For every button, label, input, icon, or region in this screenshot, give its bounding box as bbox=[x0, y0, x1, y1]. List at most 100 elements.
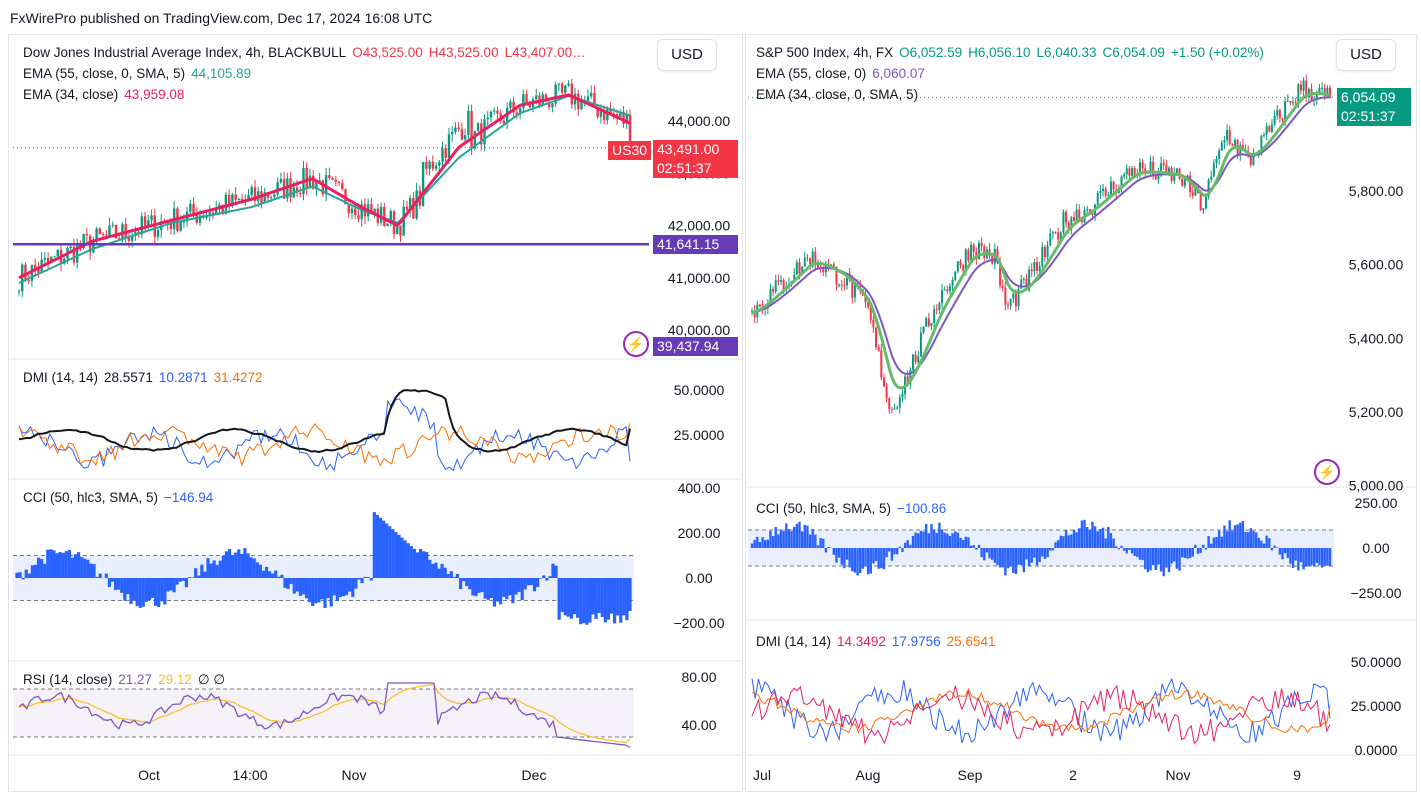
lightning-icon[interactable]: ⚡ bbox=[623, 331, 649, 357]
sp500-cci-bar bbox=[1159, 548, 1163, 572]
dow-candle bbox=[557, 83, 561, 85]
sp500-candle bbox=[1038, 266, 1041, 271]
lightning-icon[interactable]: ⚡ bbox=[1314, 459, 1340, 485]
sp500-candle bbox=[1226, 130, 1229, 141]
dow-main-legend: Dow Jones Industrial Average Index, 4h, … bbox=[23, 45, 592, 60]
dow-cci-bar bbox=[40, 558, 44, 578]
sp500-cci-bar bbox=[1188, 548, 1192, 559]
dow-candle bbox=[189, 203, 192, 212]
sp500-ema34-legend: EMA (34, close, 0, SMA, 5) bbox=[756, 87, 924, 102]
sp500-candle bbox=[1175, 168, 1178, 173]
sp500-candle bbox=[896, 407, 899, 409]
sp500-cci-bar bbox=[930, 524, 933, 548]
sp500-candle bbox=[1012, 293, 1015, 299]
sp500-candle bbox=[1046, 245, 1049, 258]
sp500-candle bbox=[1062, 211, 1065, 233]
sp500-candle bbox=[925, 318, 928, 327]
dow-cci-bar bbox=[234, 552, 238, 578]
dow-cci-bar bbox=[465, 578, 469, 587]
ema55-value: 44,105.89 bbox=[191, 66, 252, 81]
sp500-dmi-y-tick: 50.0000 bbox=[1351, 654, 1402, 670]
dow-candle bbox=[305, 168, 308, 188]
sp500-candle bbox=[1086, 209, 1089, 211]
dow-cci-bar bbox=[443, 567, 447, 578]
dmi-adx-value: 28.5571 bbox=[104, 370, 153, 385]
dow-cci-bar bbox=[24, 569, 28, 578]
dow-cci-bar bbox=[243, 548, 247, 578]
sp500-cci-bar bbox=[975, 548, 978, 550]
dow-candle bbox=[179, 221, 182, 231]
dow-cci-bar bbox=[603, 578, 607, 623]
sp500-candle bbox=[1276, 110, 1279, 116]
sp500-chart-svg[interactable]: 5,800.00 5,600.00 5,400.00 5,200.00 5,000.00… bbox=[746, 35, 1416, 791]
sp500-cci-value: −100.86 bbox=[897, 501, 947, 516]
sp500-candle bbox=[875, 327, 878, 348]
sp500-cci-bar bbox=[843, 548, 846, 569]
sp500-cci-bar bbox=[1115, 546, 1118, 548]
dow-cci-bar bbox=[252, 558, 256, 578]
dow-candle bbox=[334, 179, 338, 182]
dow-cci-bar bbox=[64, 551, 68, 578]
dow-cci-bar bbox=[357, 578, 361, 580]
sp500-candle bbox=[1030, 269, 1033, 272]
sp500-cci-bar bbox=[869, 548, 872, 574]
dow-candle bbox=[124, 224, 127, 237]
sp500-cci-bar bbox=[948, 535, 952, 548]
dow-cci-bar bbox=[495, 578, 500, 602]
sp500-cci-bar bbox=[814, 534, 817, 548]
sp500-cci-bar bbox=[1157, 548, 1160, 565]
dow-y-tick: 40,000.00 bbox=[668, 322, 730, 338]
sp500-cci-bar bbox=[1136, 548, 1139, 558]
dow-candle bbox=[444, 148, 447, 158]
sp500-ema34-label: EMA (34, close, 0, SMA, 5) bbox=[756, 87, 919, 102]
sp500-cci-bar bbox=[1117, 548, 1121, 550]
dow-cci-bar bbox=[52, 550, 56, 578]
dow-candle bbox=[341, 183, 344, 190]
dow-cci-bar bbox=[92, 563, 96, 578]
sp500-cci-bar bbox=[917, 533, 920, 548]
dow-cci-bar bbox=[271, 573, 275, 578]
sp500-cci-bar bbox=[980, 548, 983, 558]
sp500-currency-button[interactable]: USD bbox=[1336, 39, 1396, 71]
dow-currency-button[interactable]: USD bbox=[657, 39, 717, 71]
sp500-ema55-legend: EMA (55, close, 0) 6,060.07 bbox=[756, 66, 931, 81]
sp500-cci-bar bbox=[1146, 548, 1150, 573]
sp500-candle bbox=[1054, 232, 1057, 234]
sp500-candle bbox=[901, 394, 904, 398]
dow-cci-bar bbox=[332, 578, 336, 596]
dow-di-plus-line bbox=[18, 398, 631, 472]
sp500-cci-bar bbox=[1130, 548, 1134, 554]
dow-cci-bar bbox=[326, 578, 330, 599]
dow-cci-bar bbox=[77, 552, 81, 578]
sp500-y-tick: 5,800.00 bbox=[1349, 183, 1404, 199]
sp500-cci-bar bbox=[998, 548, 1002, 568]
sp500-cci-bar bbox=[1001, 548, 1004, 568]
sp500-candle bbox=[1297, 84, 1300, 103]
sp500-cci-bar bbox=[1004, 548, 1007, 576]
dow-cci-bar bbox=[351, 578, 355, 597]
sp500-y-tick: 5,200.00 bbox=[1349, 404, 1404, 420]
sp500-candle bbox=[935, 309, 938, 311]
sp500-cci-bar bbox=[793, 526, 796, 548]
dow-cci-bar bbox=[298, 578, 302, 596]
sp500-legend-close: C6,054.09 bbox=[1102, 45, 1165, 60]
sp500-cci-bar bbox=[1112, 538, 1115, 548]
rsi-ma-value: 29.12 bbox=[158, 672, 192, 687]
sp500-x-tick: Sep bbox=[958, 767, 983, 783]
sp500-chart-panel[interactable]: 5,800.00 5,600.00 5,400.00 5,200.00 5,000.00… bbox=[745, 34, 1417, 792]
sp500-cci-bar bbox=[782, 531, 785, 548]
sp500-cci-bar bbox=[1191, 548, 1194, 557]
dmi-minus-value: 31.4272 bbox=[213, 370, 263, 385]
sp500-cci-bar bbox=[880, 548, 883, 569]
dow-jones-chart-panel[interactable]: 44,000.0042,000.0041,000.0040,000.0043,0… bbox=[8, 34, 743, 792]
sp500-cci-bar bbox=[1231, 530, 1234, 548]
dow-candle bbox=[441, 148, 444, 162]
dow-cci-bar bbox=[406, 543, 410, 578]
sp500-cci-bar bbox=[1020, 548, 1023, 565]
sp500-cci-bar bbox=[1012, 548, 1015, 573]
sp500-candle bbox=[1128, 168, 1131, 176]
sp500-cci-bar bbox=[951, 533, 954, 548]
dow-cci-bar bbox=[532, 578, 537, 592]
dow-candle bbox=[273, 194, 276, 198]
dow-cci-bar bbox=[514, 578, 518, 595]
